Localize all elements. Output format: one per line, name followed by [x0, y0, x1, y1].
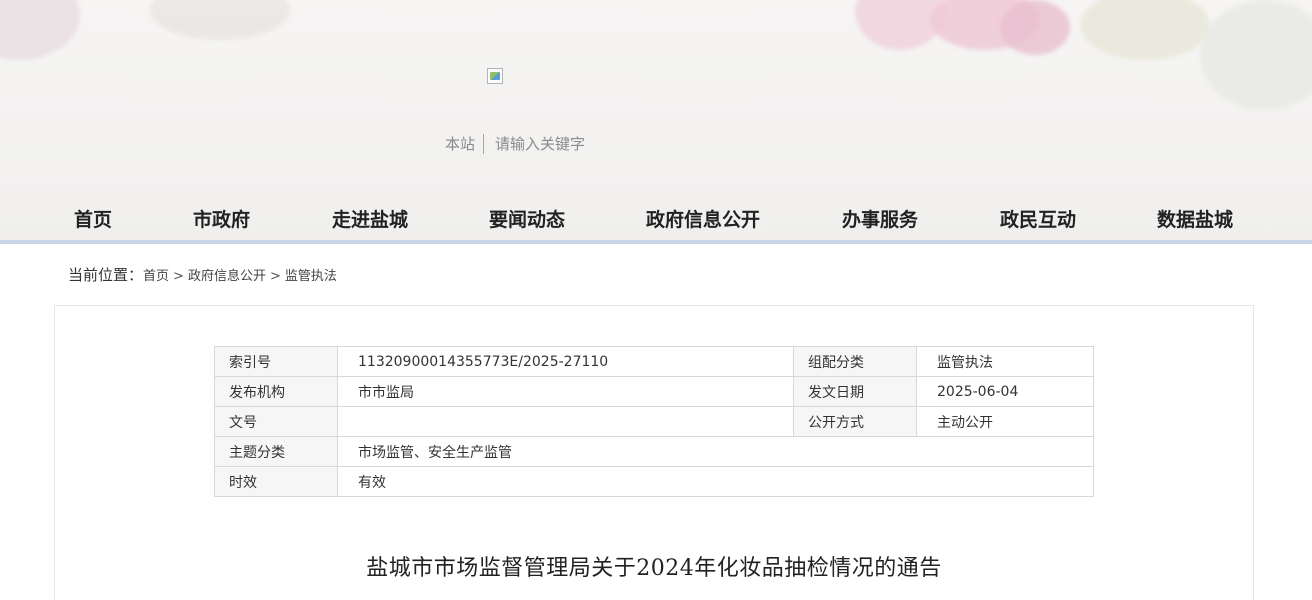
meta-value-disclosure: 主动公开	[916, 406, 1094, 437]
breadcrumb-separator: >	[173, 269, 184, 284]
meta-label-topic: 主题分类	[214, 436, 338, 467]
decorative-petal	[150, 0, 290, 40]
table-row: 时效 有效	[214, 466, 1094, 497]
breadcrumb-link-supervision[interactable]: 监管执法	[285, 269, 337, 284]
meta-value-docno	[337, 406, 794, 437]
meta-value-topic: 市场监管、安全生产监管	[337, 436, 1094, 467]
breadcrumb-link-info-disclosure[interactable]: 政府信息公开	[188, 269, 266, 284]
document-meta-table: 索引号 11320900014355773E/2025-27110 组配分类 监…	[214, 346, 1094, 497]
meta-value-validity: 有效	[337, 466, 1094, 497]
decorative-petal	[1080, 0, 1210, 60]
nav-item-services[interactable]: 办事服务	[842, 202, 918, 238]
nav-item-info-disclosure[interactable]: 政府信息公开	[646, 202, 760, 238]
nav-item-about-city[interactable]: 走进盐城	[332, 202, 408, 238]
table-row: 主题分类 市场监管、安全生产监管	[214, 436, 1094, 467]
meta-label-validity: 时效	[214, 466, 338, 497]
nav-item-city-gov[interactable]: 市政府	[193, 202, 250, 238]
search-input[interactable]	[493, 132, 713, 156]
breadcrumb: 当前位置：首页 > 政府信息公开 > 监管执法	[68, 265, 337, 285]
meta-value-category: 监管执法	[916, 346, 1094, 377]
search-scope-label[interactable]: 本站	[445, 134, 485, 154]
nav-item-interaction[interactable]: 政民互动	[1000, 202, 1076, 238]
meta-value-date: 2025-06-04	[916, 376, 1094, 407]
main-nav: 首页 市政府 走进盐城 要闻动态 政府信息公开 办事服务 政民互动 数据盐城	[0, 198, 1312, 244]
decorative-petal	[0, 0, 80, 60]
breadcrumb-link-home[interactable]: 首页	[143, 269, 169, 284]
meta-label-disclosure: 公开方式	[793, 406, 917, 437]
meta-label-index: 索引号	[214, 346, 338, 377]
table-row: 索引号 11320900014355773E/2025-27110 组配分类 监…	[214, 346, 1094, 377]
breadcrumb-separator: >	[269, 269, 281, 284]
meta-label-category: 组配分类	[793, 346, 917, 377]
decorative-petal	[1000, 0, 1070, 55]
document-title: 盐城市市场监督管理局关于2024年化妆品抽检情况的通告	[366, 556, 942, 581]
table-row: 文号 公开方式 主动公开	[214, 406, 1094, 437]
meta-label-docno: 文号	[214, 406, 338, 437]
meta-value-publisher: 市市监局	[337, 376, 794, 407]
nav-item-news[interactable]: 要闻动态	[489, 202, 565, 238]
meta-label-publisher: 发布机构	[214, 376, 338, 407]
nav-item-data-city[interactable]: 数据盐城	[1157, 202, 1233, 238]
decorative-petal	[1200, 0, 1312, 110]
meta-label-date: 发文日期	[793, 376, 917, 407]
nav-item-home[interactable]: 首页	[74, 202, 112, 238]
meta-value-index: 11320900014355773E/2025-27110	[337, 346, 794, 377]
breadcrumb-label: 当前位置：	[68, 266, 144, 284]
site-logo-image[interactable]	[487, 68, 503, 84]
table-row: 发布机构 市市监局 发文日期 2025-06-04	[214, 376, 1094, 407]
